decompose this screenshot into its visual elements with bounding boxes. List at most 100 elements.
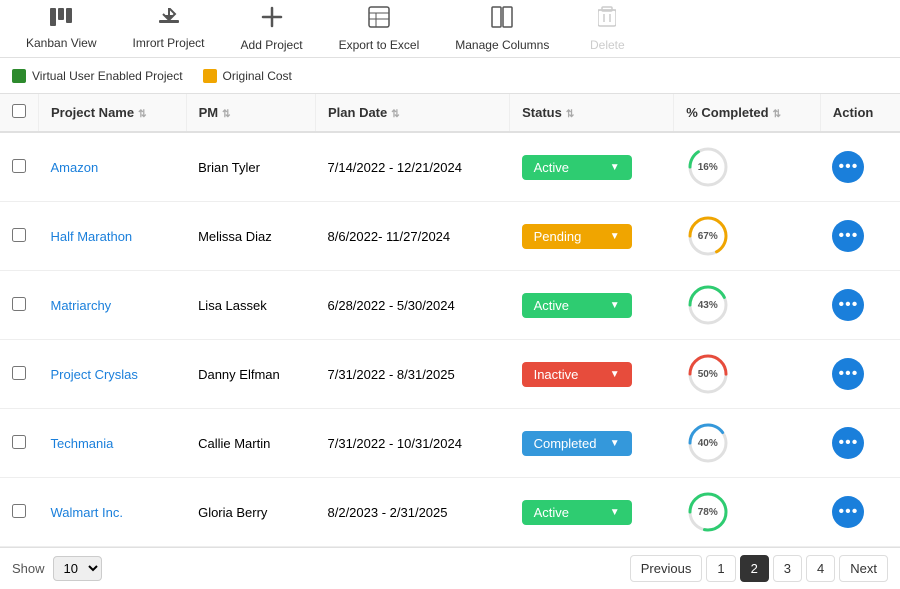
status-label-amazon: Active: [534, 160, 569, 175]
table-wrapper: Project Name⇅PM⇅Plan Date⇅Status⇅% Compl…: [0, 94, 900, 547]
delete-icon: [598, 6, 616, 34]
action-btn-amazon[interactable]: •••: [832, 151, 864, 183]
kanban-view-button[interactable]: Kanban View: [8, 0, 115, 58]
col-plan-date[interactable]: Plan Date⇅: [316, 94, 510, 132]
import-project-button[interactable]: Imrort Project: [115, 0, 223, 58]
add-project-button[interactable]: Add Project: [223, 0, 321, 60]
status-label-project-cryslas: Inactive: [534, 367, 579, 382]
dates-amazon: 7/14/2022 - 12/21/2024: [316, 132, 510, 202]
manage-columns-icon: [491, 6, 513, 34]
progress-circle-matriarchy: 43%: [686, 283, 730, 327]
legend-item-original-cost: Original Cost: [203, 69, 292, 83]
pm-walmart-inc: Gloria Berry: [186, 478, 315, 547]
status-badge-project-cryslas[interactable]: Inactive ▼: [522, 362, 632, 387]
toolbar: Kanban ViewImrort ProjectAdd ProjectExpo…: [0, 0, 900, 58]
col-checkbox: [0, 94, 39, 132]
status-chevron-project-cryslas: ▼: [610, 369, 620, 380]
progress-circle-amazon: 16%: [686, 145, 730, 189]
col-pm[interactable]: PM⇅: [186, 94, 315, 132]
page-button-3[interactable]: 3: [773, 555, 802, 582]
table-row: Half Marathon Melissa Diaz8/6/2022- 11/27…: [0, 202, 900, 271]
kanban-view-icon: [50, 8, 72, 32]
pct-label-walmart-inc: 78%: [698, 507, 718, 518]
sort-icon-plan-date: ⇅: [391, 109, 399, 120]
sort-icon-project-name: ⇅: [138, 109, 146, 120]
show-select[interactable]: 10 25 50: [53, 556, 102, 581]
sort-icon-status: ⇅: [566, 109, 574, 120]
next-button[interactable]: Next: [839, 555, 888, 582]
col-project-name[interactable]: Project Name⇅: [39, 94, 187, 132]
add-project-icon: [261, 6, 283, 34]
col-action: Action: [820, 94, 900, 132]
page-button-4[interactable]: 4: [806, 555, 835, 582]
status-label-matriarchy: Active: [534, 298, 569, 313]
action-btn-walmart-inc[interactable]: •••: [832, 496, 864, 528]
row-checkbox-half-marathon[interactable]: [12, 228, 26, 242]
project-link-walmart-inc[interactable]: Walmart Inc.: [51, 505, 123, 520]
legend-dot-original-cost: [203, 69, 217, 83]
status-badge-walmart-inc[interactable]: Active ▼: [522, 500, 632, 525]
pm-project-cryslas: Danny Elfman: [186, 340, 315, 409]
page-button-1[interactable]: 1: [706, 555, 735, 582]
progress-circle-techmania: 40%: [686, 421, 730, 465]
status-badge-half-marathon[interactable]: Pending ▼: [522, 224, 632, 249]
table-row: MatriarchyLisa Lassek6/28/2022 - 5/30/20…: [0, 271, 900, 340]
status-chevron-techmania: ▼: [610, 438, 620, 449]
status-badge-matriarchy[interactable]: Active ▼: [522, 293, 632, 318]
row-checkbox-project-cryslas[interactable]: [12, 366, 26, 380]
dates-half-marathon: 8/6/2022- 11/27/2024: [316, 202, 510, 271]
table-header: Project Name⇅PM⇅Plan Date⇅Status⇅% Compl…: [0, 94, 900, 132]
dates-matriarchy: 6/28/2022 - 5/30/2024: [316, 271, 510, 340]
footer: Show 10 25 50 Previous1234Next: [0, 547, 900, 589]
action-btn-project-cryslas[interactable]: •••: [832, 358, 864, 390]
project-link-half-marathon[interactable]: Half Marathon: [51, 229, 133, 244]
sort-icon-pct-completed: ⇅: [773, 109, 781, 120]
legend-label-virtual-user: Virtual User Enabled Project: [32, 69, 183, 83]
project-link-matriarchy[interactable]: Matriarchy: [51, 298, 112, 313]
row-checkbox-matriarchy[interactable]: [12, 297, 26, 311]
import-project-icon: [158, 8, 180, 32]
delete-button[interactable]: Delete: [567, 0, 647, 60]
table-row: Walmart Inc.Gloria Berry8/2/2023 - 2/31/…: [0, 478, 900, 547]
projects-table: Project Name⇅PM⇅Plan Date⇅Status⇅% Compl…: [0, 94, 900, 547]
pagination: Previous1234Next: [630, 555, 888, 582]
prev-button[interactable]: Previous: [630, 555, 703, 582]
page-button-2[interactable]: 2: [740, 555, 769, 582]
project-link-project-cryslas[interactable]: Project Cryslas: [51, 367, 138, 382]
action-btn-half-marathon[interactable]: •••: [832, 220, 864, 252]
row-checkbox-techmania[interactable]: [12, 435, 26, 449]
export-excel-button[interactable]: Export to Excel: [321, 0, 438, 60]
show-label: Show: [12, 561, 45, 576]
project-link-amazon[interactable]: Amazon: [51, 160, 99, 175]
pct-label-project-cryslas: 50%: [698, 369, 718, 380]
pct-label-techmania: 40%: [698, 438, 718, 449]
action-btn-techmania[interactable]: •••: [832, 427, 864, 459]
pct-label-amazon: 16%: [698, 162, 718, 173]
legend-item-virtual-user: Virtual User Enabled Project: [12, 69, 183, 83]
pct-label-half-marathon: 67%: [698, 231, 718, 242]
progress-circle-half-marathon: 67%: [686, 214, 730, 258]
pm-half-marathon: Melissa Diaz: [186, 202, 315, 271]
sort-icon-pm: ⇅: [222, 109, 230, 120]
status-label-techmania: Completed: [534, 436, 597, 451]
select-all-checkbox[interactable]: [12, 104, 26, 118]
export-excel-icon: [368, 6, 390, 34]
dates-project-cryslas: 7/31/2022 - 8/31/2025: [316, 340, 510, 409]
status-badge-amazon[interactable]: Active▼: [522, 155, 632, 180]
status-badge-techmania[interactable]: Completed ▼: [522, 431, 632, 456]
status-chevron-matriarchy: ▼: [610, 300, 620, 311]
table-row: TechmaniaCallie Martin7/31/2022 - 10/31/…: [0, 409, 900, 478]
status-chevron-walmart-inc: ▼: [610, 507, 620, 518]
status-label-walmart-inc: Active: [534, 505, 569, 520]
col-status[interactable]: Status⇅: [510, 94, 674, 132]
status-label-half-marathon: Pending: [534, 229, 582, 244]
col-pct-completed[interactable]: % Completed⇅: [674, 94, 821, 132]
dates-techmania: 7/31/2022 - 10/31/2024: [316, 409, 510, 478]
row-checkbox-walmart-inc[interactable]: [12, 504, 26, 518]
action-btn-matriarchy[interactable]: •••: [832, 289, 864, 321]
manage-columns-button[interactable]: Manage Columns: [437, 0, 567, 60]
legend-label-original-cost: Original Cost: [223, 69, 292, 83]
project-link-techmania[interactable]: Techmania: [51, 436, 114, 451]
row-checkbox-amazon[interactable]: [12, 159, 26, 173]
status-chevron-half-marathon: ▼: [610, 231, 620, 242]
